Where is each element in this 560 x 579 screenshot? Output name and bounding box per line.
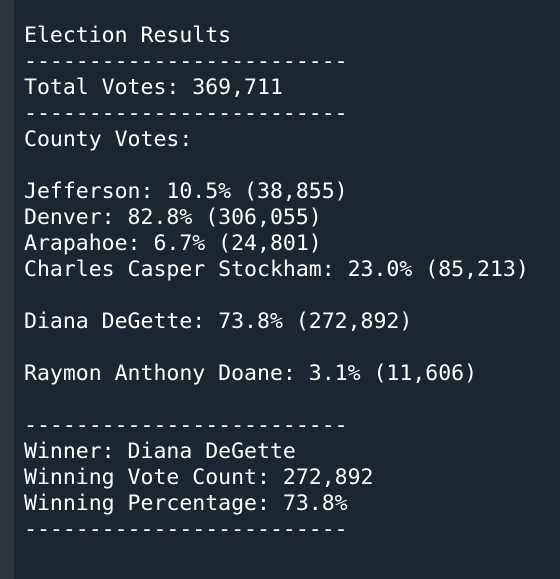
divider-line: ------------------------- [24,49,348,74]
county-jefferson: Jefferson: 10.5% (38,855) [24,179,348,204]
divider-line: ------------------------- [24,413,348,438]
divider-line: ------------------------- [24,517,348,542]
county-arapahoe: Arapahoe: 6.7% (24,801) [24,231,322,256]
winner-name: Winner: Diana DeGette [24,439,296,464]
county-votes-heading: County Votes: [24,127,193,152]
total-votes: Total Votes: 369,711 [24,75,283,100]
county-denver: Denver: 82.8% (306,055) [24,205,322,230]
winning-percentage: Winning Percentage: 73.8% [24,491,348,516]
terminal-output: Election Results -----------------------… [0,0,560,579]
winning-vote-count: Winning Vote Count: 272,892 [24,465,374,490]
candidate-degette: Diana DeGette: 73.8% (272,892) [24,309,413,334]
candidate-doane: Raymon Anthony Doane: 3.1% (11,606) [24,361,478,386]
divider-line: ------------------------- [24,101,348,126]
results-title: Election Results [24,23,232,48]
candidate-stockham: Charles Casper Stockham: 23.0% (85,213) [24,257,529,282]
